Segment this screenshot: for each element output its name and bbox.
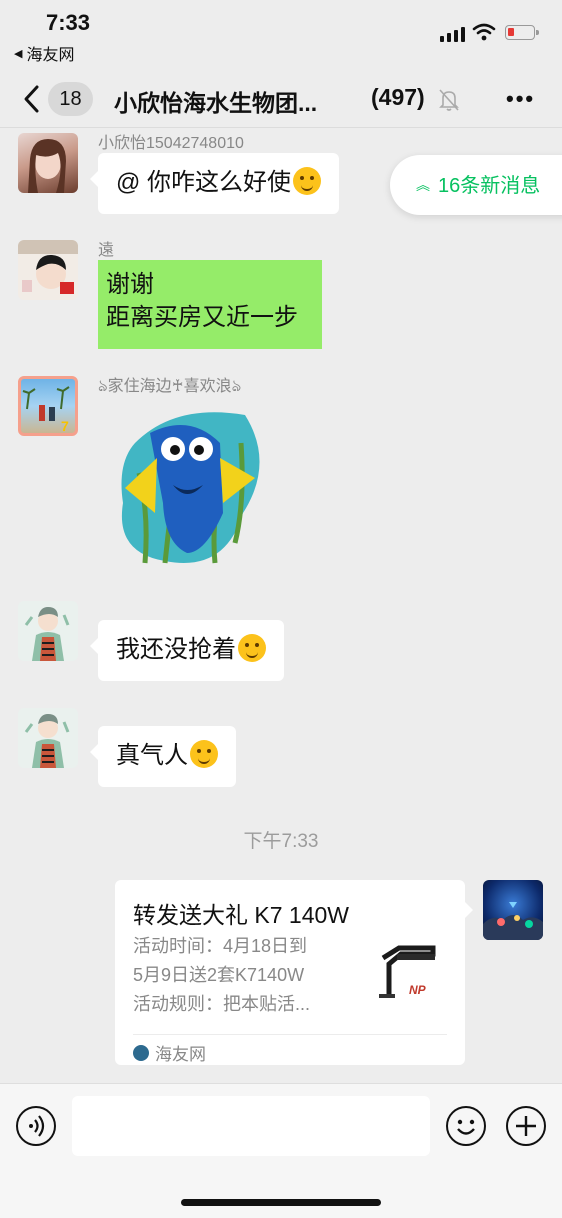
message-line: 谢谢 — [106, 271, 154, 298]
unread-count-badge[interactable]: 18 — [48, 82, 93, 116]
message-line: 距离买房又近一步 — [106, 304, 298, 331]
avatar[interactable] — [18, 240, 78, 300]
message-timestamp: 下午7:33 — [243, 831, 319, 852]
link-card-desc-line: 活动时间：4月18日到 — [133, 936, 308, 956]
message-text: 真气人 — [116, 742, 188, 769]
emoji-picker-icon[interactable] — [446, 1106, 486, 1146]
battery-icon — [505, 25, 539, 40]
sender-name: 小欣怡15042748010 — [98, 135, 244, 152]
more-dots-icon[interactable]: ••• — [506, 86, 535, 112]
link-card-title: 转发送大礼 K7 140W — [133, 902, 349, 928]
voice-input-icon[interactable] — [16, 1106, 56, 1146]
message-bubble[interactable]: 我还没抢着 — [90, 620, 284, 681]
wifi-icon — [472, 23, 496, 41]
link-card-desc-line: 活动规则：把本贴活... — [133, 994, 311, 1014]
new-messages-label: 16条新消息 — [438, 175, 541, 197]
home-indicator — [181, 1199, 381, 1206]
member-count: (497) — [371, 84, 425, 110]
status-time: 7:33 — [46, 10, 91, 35]
back-app-label: 海友网 — [26, 47, 75, 64]
bell-slash-icon — [439, 89, 459, 111]
back-triangle-icon: ◀ — [14, 47, 23, 60]
chat-header: 18 小欣怡海水生物团... (497) ••• — [0, 72, 562, 128]
source-logo-icon — [133, 1044, 149, 1061]
link-card-desc-line: 5月9日送2套K7140W — [133, 965, 305, 985]
add-more-icon[interactable] — [506, 1106, 546, 1146]
link-card[interactable]: 转发送大礼 K7 140W 活动时间：4月18日到 5月9日送2套K7140W … — [115, 880, 473, 1065]
message-text: @ 你咋这么好使 — [116, 169, 292, 196]
double-chevron-up-icon: ︽ — [416, 177, 430, 193]
chat-title: 小欣怡海水生物团... — [114, 90, 318, 116]
divider — [133, 1034, 447, 1035]
avatar[interactable] — [18, 601, 78, 661]
my-avatar[interactable] — [483, 880, 543, 940]
avatar[interactable] — [18, 708, 78, 768]
svg-text:7: 7 — [61, 418, 69, 433]
sender-name: 遠 — [98, 242, 115, 259]
status-bar: 7:33 ◀ 海友网 — [0, 0, 562, 72]
message-text: 我还没抢着 — [116, 636, 236, 663]
laughing-tears-emoji — [293, 167, 322, 195]
thumb-logo-text: NP — [409, 983, 427, 997]
back-to-app-link[interactable]: ◀ 海友网 — [14, 41, 74, 65]
message-bubble[interactable]: 真气人 — [90, 726, 236, 787]
back-chevron-icon[interactable] — [22, 84, 42, 114]
link-card-source: 海友网 — [133, 1040, 206, 1065]
dory-fish-sticker[interactable] — [115, 403, 265, 568]
link-card-description: 活动时间：4月18日到 5月9日送2套K7140W 活动规则：把本贴活... — [133, 932, 353, 1019]
avatar[interactable] — [18, 133, 78, 193]
input-bar — [0, 1083, 562, 1218]
message-bubble[interactable]: 谢谢 距离买房又近一步 — [98, 260, 322, 349]
avatar[interactable]: 7 — [18, 376, 78, 436]
new-messages-button[interactable]: ︽ 16条新消息 — [390, 155, 562, 215]
link-card-thumbnail: NP — [375, 940, 445, 1006]
crying-emoji — [190, 740, 218, 768]
shocked-emoji — [238, 634, 266, 662]
cellular-signal-icon — [440, 26, 465, 42]
message-input[interactable] — [72, 1096, 430, 1156]
message-bubble[interactable]: @ 你咋这么好使 — [89, 153, 340, 214]
link-card-source-label: 海友网 — [155, 1045, 206, 1064]
sender-name: ঌ家住海边♰喜欢浪ঌ — [98, 378, 242, 395]
